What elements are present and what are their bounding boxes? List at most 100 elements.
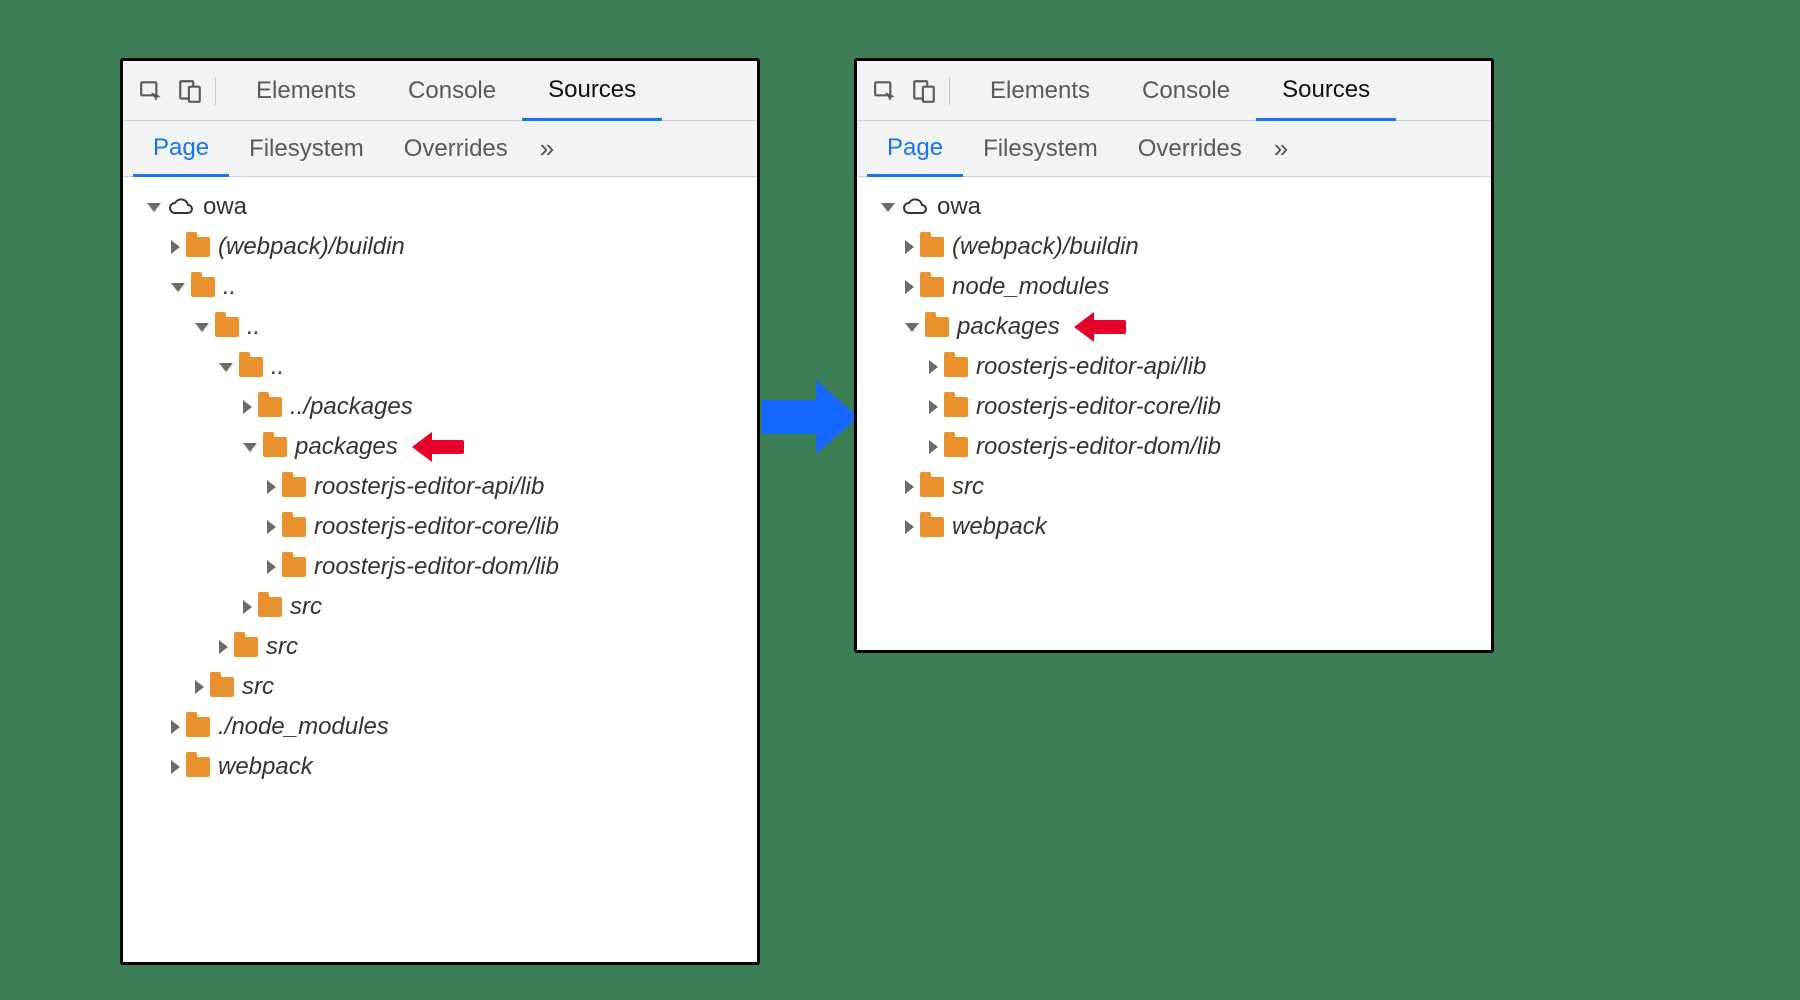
chevron-down-icon <box>195 323 209 332</box>
chevron-right-icon <box>267 560 276 574</box>
folder-icon <box>258 597 282 617</box>
folder-icon <box>282 517 306 537</box>
tree-item-dotdot-3[interactable]: .. <box>123 347 757 387</box>
subtab-more-icon[interactable]: » <box>528 133 566 164</box>
tree-label: node_modules <box>952 273 1109 301</box>
tree-item-webpack[interactable]: webpack <box>123 747 757 787</box>
devtools-panel-after: Elements Console Sources Page Filesystem… <box>854 58 1494 653</box>
tree-label: packages <box>295 433 398 461</box>
chevron-right-icon <box>243 600 252 614</box>
cloud-icon <box>901 197 929 217</box>
device-toggle-icon[interactable] <box>905 78 943 104</box>
folder-icon <box>215 317 239 337</box>
folder-icon <box>925 317 949 337</box>
chevron-right-icon <box>905 240 914 254</box>
chevron-right-icon <box>929 400 938 414</box>
tree-label: .. <box>223 273 236 301</box>
subtab-filesystem[interactable]: Filesystem <box>963 122 1118 175</box>
devtools-panel-before: Elements Console Sources Page Filesystem… <box>120 58 760 965</box>
tab-sources[interactable]: Sources <box>1256 61 1396 121</box>
chevron-right-icon <box>905 480 914 494</box>
chevron-right-icon <box>219 640 228 654</box>
file-tree-after: owa (webpack)/buildin node_modules packa… <box>857 177 1491 557</box>
separator <box>949 77 950 105</box>
tree-label: ./node_modules <box>218 713 389 741</box>
tab-elements[interactable]: Elements <box>964 62 1116 119</box>
separator <box>215 77 216 105</box>
tree-label: roosterjs-editor-dom/lib <box>976 433 1221 461</box>
tree-item-packages[interactable]: packages <box>857 307 1491 347</box>
chevron-down-icon <box>171 283 185 292</box>
chevron-down-icon <box>147 203 161 212</box>
subtab-filesystem[interactable]: Filesystem <box>229 122 384 175</box>
tree-item-packages[interactable]: packages <box>123 427 757 467</box>
tree-root[interactable]: owa <box>857 187 1491 227</box>
tree-item-dotdot-packages[interactable]: ../packages <box>123 387 757 427</box>
chevron-down-icon <box>905 323 919 332</box>
tree-item-node-modules[interactable]: ./node_modules <box>123 707 757 747</box>
inspect-icon[interactable] <box>867 78 905 104</box>
subtab-overrides[interactable]: Overrides <box>1118 122 1262 175</box>
tree-item-src[interactable]: src <box>857 467 1491 507</box>
folder-icon <box>920 477 944 497</box>
subtab-more-icon[interactable]: » <box>1262 133 1300 164</box>
chevron-right-icon <box>195 680 204 694</box>
chevron-down-icon <box>881 203 895 212</box>
tree-item-roosterjs-api[interactable]: roosterjs-editor-api/lib <box>123 467 757 507</box>
tree-label: roosterjs-editor-core/lib <box>314 513 559 541</box>
chevron-right-icon <box>267 480 276 494</box>
folder-icon <box>282 477 306 497</box>
highlight-arrow-icon <box>1074 315 1126 339</box>
sources-subbar: Page Filesystem Overrides » <box>123 121 757 177</box>
folder-icon <box>234 637 258 657</box>
tree-item-roosterjs-api[interactable]: roosterjs-editor-api/lib <box>857 347 1491 387</box>
tree-item-dotdot-1[interactable]: .. <box>123 267 757 307</box>
tree-label: webpack <box>218 753 313 781</box>
tree-item-src-1[interactable]: src <box>123 587 757 627</box>
chevron-right-icon <box>171 720 180 734</box>
tab-console[interactable]: Console <box>1116 62 1256 119</box>
tree-item-node-modules[interactable]: node_modules <box>857 267 1491 307</box>
folder-icon <box>282 557 306 577</box>
tab-console[interactable]: Console <box>382 62 522 119</box>
tree-item-src-2[interactable]: src <box>123 627 757 667</box>
folder-icon <box>186 757 210 777</box>
chevron-right-icon <box>171 760 180 774</box>
chevron-right-icon <box>171 240 180 254</box>
devtools-topbar: Elements Console Sources <box>123 61 757 121</box>
tree-item-roosterjs-core[interactable]: roosterjs-editor-core/lib <box>857 387 1491 427</box>
tab-sources[interactable]: Sources <box>522 61 662 121</box>
folder-icon <box>239 357 263 377</box>
tab-elements[interactable]: Elements <box>230 62 382 119</box>
tree-item-roosterjs-core[interactable]: roosterjs-editor-core/lib <box>123 507 757 547</box>
folder-icon <box>944 357 968 377</box>
device-toggle-icon[interactable] <box>171 78 209 104</box>
tree-item-webpack[interactable]: webpack <box>857 507 1491 547</box>
cloud-icon <box>167 197 195 217</box>
tree-label: src <box>952 473 984 501</box>
tree-item-webpack-buildin[interactable]: (webpack)/buildin <box>123 227 757 267</box>
tree-item-src-3[interactable]: src <box>123 667 757 707</box>
tree-label: roosterjs-editor-api/lib <box>314 473 544 501</box>
subtab-page[interactable]: Page <box>867 121 963 177</box>
tree-item-webpack-buildin[interactable]: (webpack)/buildin <box>857 227 1491 267</box>
tree-label: (webpack)/buildin <box>218 233 405 261</box>
tree-item-roosterjs-dom[interactable]: roosterjs-editor-dom/lib <box>123 547 757 587</box>
folder-icon <box>263 437 287 457</box>
tree-item-dotdot-2[interactable]: .. <box>123 307 757 347</box>
tree-root[interactable]: owa <box>123 187 757 227</box>
folder-icon <box>186 717 210 737</box>
tree-item-roosterjs-dom[interactable]: roosterjs-editor-dom/lib <box>857 427 1491 467</box>
sources-subbar: Page Filesystem Overrides » <box>857 121 1491 177</box>
chevron-right-icon <box>905 520 914 534</box>
chevron-down-icon <box>219 363 233 372</box>
folder-icon <box>920 517 944 537</box>
inspect-icon[interactable] <box>133 78 171 104</box>
chevron-right-icon <box>929 360 938 374</box>
subtab-page[interactable]: Page <box>133 121 229 177</box>
subtab-overrides[interactable]: Overrides <box>384 122 528 175</box>
devtools-topbar: Elements Console Sources <box>857 61 1491 121</box>
chevron-down-icon <box>243 443 257 452</box>
comparison-arrow-icon <box>762 380 858 454</box>
tree-label: src <box>242 673 274 701</box>
